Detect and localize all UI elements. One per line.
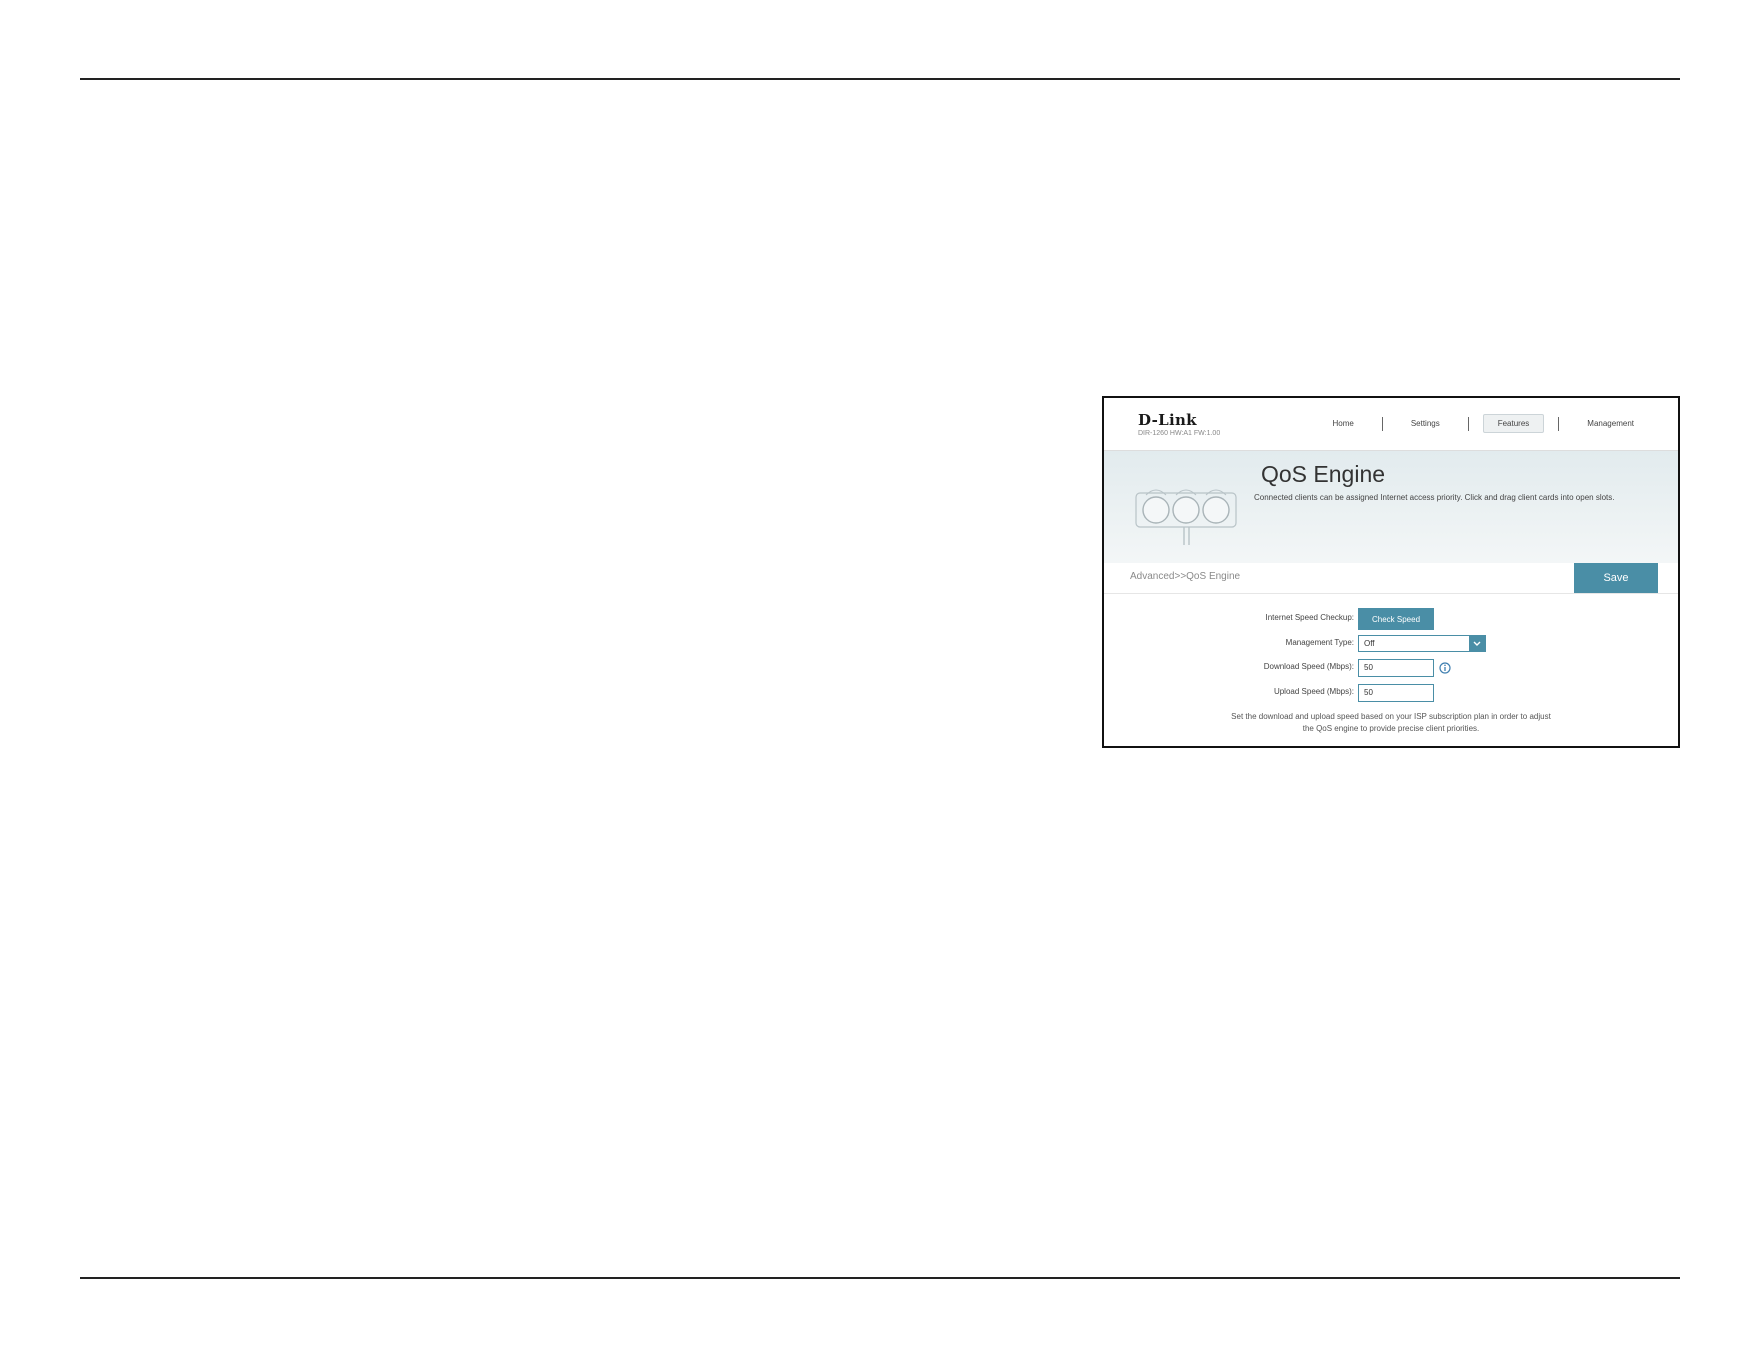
upload-speed-row: Upload Speed (Mbps): 50 [1104,682,1678,704]
upload-speed-input[interactable]: 50 [1358,684,1434,702]
firmware-info: DIR-1260 HW:A1 FW:1.00 [1138,430,1221,437]
nav-separator [1467,416,1469,431]
management-type-select[interactable]: Off [1358,635,1486,652]
speed-checkup-label: Internet Speed Checkup: [1265,613,1354,622]
speed-hint-line1: Set the download and upload speed based … [1231,712,1551,721]
nav-separator [1558,416,1560,431]
nav-separator [1381,416,1383,431]
nav-home[interactable]: Home [1318,415,1367,432]
download-speed-input[interactable]: 50 [1358,659,1434,677]
hero-banner: QoS Engine Connected clients can be assi… [1104,451,1678,563]
bottom-rule [80,1277,1680,1279]
upload-speed-label: Upload Speed (Mbps): [1273,687,1354,696]
management-type-label: Management Type: [1285,638,1354,647]
top-bar: D-Link DIR-1260 HW:A1 FW:1.00 Home Setti… [1104,398,1678,451]
check-speed-button[interactable]: Check Speed [1358,608,1434,630]
nav-management[interactable]: Management [1573,415,1648,432]
nav-settings[interactable]: Settings [1397,415,1454,432]
breadcrumb-bar: Advanced>>QoS Engine Save [1104,563,1678,594]
router-screenshot: D-Link DIR-1260 HW:A1 FW:1.00 Home Setti… [1102,396,1680,748]
save-button[interactable]: Save [1574,563,1658,593]
traffic-light-icon [1135,489,1237,545]
main-nav: Home Settings Features Management [1318,414,1648,433]
management-type-value: Off [1364,639,1375,648]
info-icon[interactable] [1439,662,1451,674]
page-title: QoS Engine [1261,461,1386,487]
nav-features[interactable]: Features [1482,414,1545,433]
download-speed-label: Download Speed (Mbps): [1263,662,1354,671]
chevron-down-icon[interactable] [1469,636,1485,651]
breadcrumb: Advanced>>QoS Engine [1130,571,1241,582]
page-description: Connected clients can be assigned Intern… [1254,493,1615,502]
management-type-row: Management Type: Off [1104,633,1678,655]
top-rule [80,78,1680,80]
speed-checkup-row: Internet Speed Checkup: Check Speed [1104,608,1678,630]
download-speed-row: Download Speed (Mbps): 50 [1104,657,1678,679]
speed-hint-line2: the QoS engine to provide precise client… [1302,724,1480,733]
brand-logo: D-Link [1138,411,1197,429]
speed-hint: Set the download and upload speed based … [1104,711,1678,735]
